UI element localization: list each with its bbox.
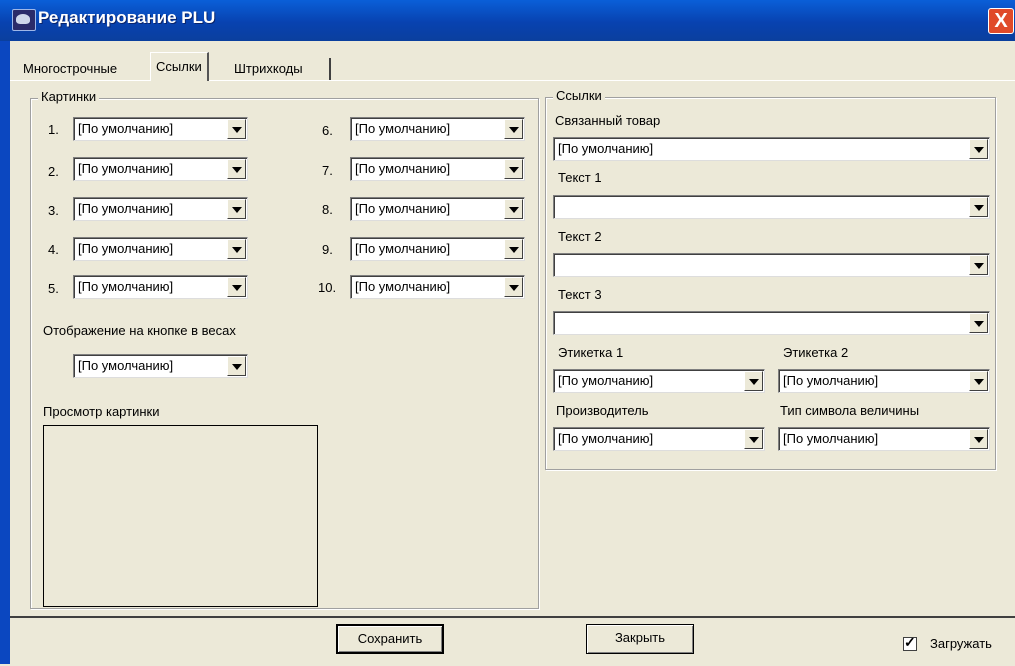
manufacturer-select[interactable]: [По умолчанию] [553, 427, 765, 451]
select-value: [По умолчанию] [355, 201, 451, 216]
display-on-button-label: Отображение на кнопке в весах [43, 323, 236, 338]
picture-7-select[interactable]: [По умолчанию] [350, 157, 525, 181]
dropdown-arrow-icon[interactable] [969, 429, 988, 449]
picture-number: 3. [48, 203, 59, 218]
tab-links[interactable]: Ссылки [150, 52, 209, 81]
label1-label: Этикетка 1 [558, 345, 624, 360]
dropdown-arrow-icon[interactable] [969, 197, 988, 217]
picture-3-select[interactable]: [По умолчанию] [73, 197, 248, 221]
label1-select[interactable]: [По умолчанию] [553, 369, 765, 393]
select-value: [По умолчанию] [558, 141, 654, 156]
dropdown-arrow-icon[interactable] [969, 255, 988, 275]
dropdown-arrow-icon[interactable] [744, 429, 763, 449]
select-value: [По умолчанию] [355, 241, 451, 256]
related-product-label: Связанный товар [555, 113, 661, 128]
select-value: [По умолчанию] [78, 279, 174, 294]
manufacturer-label: Производитель [556, 403, 649, 418]
dropdown-arrow-icon[interactable] [504, 159, 523, 179]
text3-select[interactable] [553, 311, 990, 335]
select-value: [По умолчанию] [78, 358, 174, 373]
picture-preview-box [43, 425, 318, 607]
load-checkbox-label[interactable]: Загружать [930, 636, 992, 651]
select-value: [По умолчанию] [355, 161, 451, 176]
select-value: [По умолчанию] [355, 279, 451, 294]
select-value: [По умолчанию] [558, 373, 654, 388]
select-value: [По умолчанию] [783, 373, 879, 388]
label2-label: Этикетка 2 [783, 345, 849, 360]
tab-multiline[interactable]: Многострочные [18, 58, 122, 80]
dropdown-arrow-icon[interactable] [227, 199, 246, 219]
tab-separator [329, 58, 331, 80]
text1-label: Текст 1 [558, 170, 602, 185]
text2-select[interactable] [553, 253, 990, 277]
select-value: [По умолчанию] [78, 121, 174, 136]
select-value: [По умолчанию] [78, 201, 174, 216]
picture-4-select[interactable]: [По умолчанию] [73, 237, 248, 261]
label2-select[interactable]: [По умолчанию] [778, 369, 990, 393]
picture-number: 2. [48, 164, 59, 179]
dropdown-arrow-icon[interactable] [227, 356, 246, 376]
picture-2-select[interactable]: [По умолчанию] [73, 157, 248, 181]
save-button[interactable]: Сохранить [336, 624, 444, 654]
dropdown-arrow-icon[interactable] [504, 199, 523, 219]
dropdown-arrow-icon[interactable] [504, 277, 523, 297]
dropdown-arrow-icon[interactable] [504, 239, 523, 259]
dropdown-arrow-icon[interactable] [227, 277, 246, 297]
select-value: [По умолчанию] [78, 241, 174, 256]
tab-barcodes[interactable]: Штрихкоды [229, 58, 308, 80]
links-group-title: Ссылки [553, 88, 605, 103]
load-checkbox[interactable] [903, 634, 917, 651]
picture-10-select[interactable]: [По умолчанию] [350, 275, 525, 299]
close-button[interactable]: Закрыть [586, 624, 694, 654]
picture-number: 8. [322, 202, 333, 217]
dropdown-arrow-icon[interactable] [227, 159, 246, 179]
picture-6-select[interactable]: [По умолчанию] [350, 117, 525, 141]
pictures-group-title: Картинки [38, 89, 100, 104]
picture-9-select[interactable]: [По умолчанию] [350, 237, 525, 261]
unit-symbol-type-select[interactable]: [По умолчанию] [778, 427, 990, 451]
picture-number: 1. [48, 122, 59, 137]
dropdown-arrow-icon[interactable] [227, 239, 246, 259]
picture-number: 6. [322, 123, 333, 138]
picture-number: 9. [322, 242, 333, 257]
dropdown-arrow-icon[interactable] [744, 371, 763, 391]
dialog-footer [10, 616, 1015, 666]
picture-5-select[interactable]: [По умолчанию] [73, 275, 248, 299]
dropdown-arrow-icon[interactable] [227, 119, 246, 139]
window-border-left [0, 41, 10, 664]
app-icon [12, 9, 36, 31]
text3-label: Текст 3 [558, 287, 602, 302]
close-window-button[interactable]: X [988, 8, 1014, 34]
unit-symbol-type-label: Тип символа величины [780, 403, 920, 418]
related-product-select[interactable]: [По умолчанию] [553, 137, 990, 161]
dropdown-arrow-icon[interactable] [969, 139, 988, 159]
select-value: [По умолчанию] [558, 431, 654, 446]
text2-label: Текст 2 [558, 229, 602, 244]
select-value: [По умолчанию] [355, 121, 451, 136]
picture-1-select[interactable]: [По умолчанию] [73, 117, 248, 141]
display-on-button-select[interactable]: [По умолчанию] [73, 354, 248, 378]
window-title: Редактирование PLU [38, 8, 216, 27]
picture-number: 5. [48, 281, 59, 296]
picture-number: 10. [318, 280, 337, 295]
dropdown-arrow-icon[interactable] [969, 313, 988, 333]
select-value: [По умолчанию] [783, 431, 879, 446]
picture-number: 4. [48, 242, 59, 257]
picture-8-select[interactable]: [По умолчанию] [350, 197, 525, 221]
text1-select[interactable] [553, 195, 990, 219]
dropdown-arrow-icon[interactable] [969, 371, 988, 391]
select-value: [По умолчанию] [78, 161, 174, 176]
dropdown-arrow-icon[interactable] [504, 119, 523, 139]
picture-number: 7. [322, 163, 333, 178]
preview-label: Просмотр картинки [43, 404, 160, 419]
